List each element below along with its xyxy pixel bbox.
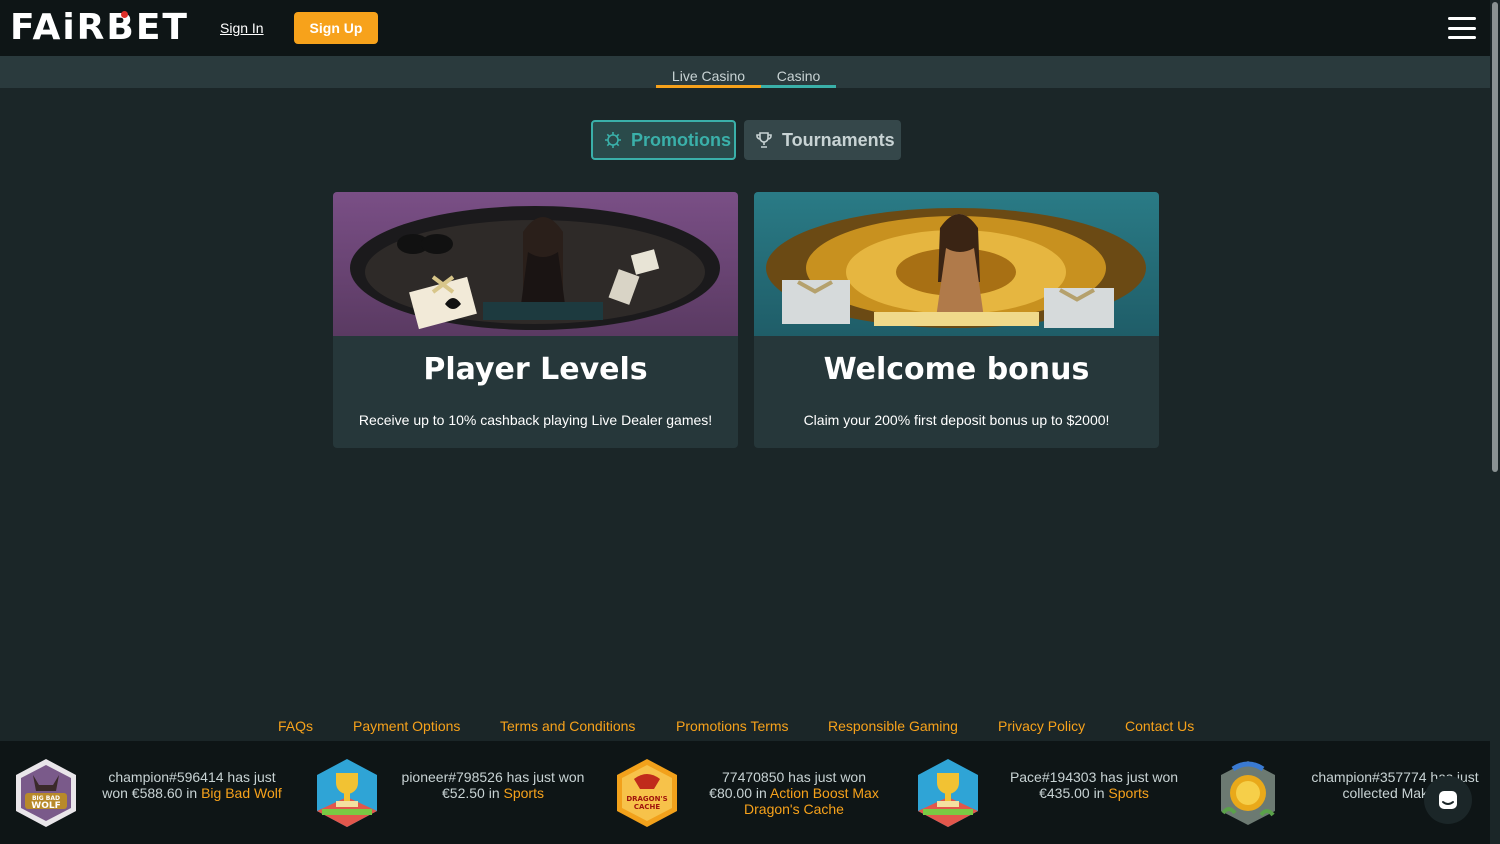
promo-card-welcome-bonus[interactable]: Welcome bonus Claim your 200% first depo… <box>754 192 1159 448</box>
tournaments-label: Tournaments <box>782 129 895 150</box>
big-bad-wolf-icon[interactable]: BIG BAD WOLF <box>13 757 79 829</box>
promotions-label: Promotions <box>631 129 732 150</box>
logo-text: FAiRBET <box>10 7 189 48</box>
sign-up-button[interactable]: Sign Up <box>294 12 378 44</box>
card-title: Welcome bonus <box>823 352 1090 387</box>
card-description: Claim your 200% first deposit bonus up t… <box>803 412 1110 428</box>
ticker-game-link[interactable]: Big Bad Wolf <box>201 785 282 801</box>
ticker-item-text: Pace#194303 has just won €435.00 in Spor… <box>1009 769 1179 801</box>
gold-coin-icon[interactable] <box>1215 757 1281 829</box>
footer-link-promotions-terms[interactable]: Promotions Terms <box>676 718 789 734</box>
welcome-bonus-banner <box>754 192 1159 336</box>
trophy-icon <box>756 132 772 148</box>
chat-icon <box>1439 791 1457 809</box>
menu-icon[interactable] <box>1448 17 1476 39</box>
card-description: Receive up to 10% cashback playing Live … <box>358 412 713 428</box>
sign-in-link[interactable]: Sign In <box>220 20 264 36</box>
footer-links: FAQs Payment Options Terms and Condition… <box>0 718 1490 738</box>
card-title: Player Levels <box>423 352 648 387</box>
footer-link-faqs[interactable]: FAQs <box>278 718 313 734</box>
top-bar: FAiRBET Sign In Sign Up <box>0 0 1500 56</box>
scrollbar-thumb[interactable] <box>1492 2 1498 472</box>
svg-text:CACHE: CACHE <box>634 803 661 811</box>
ticker-item-text: 77470850 has just won €80.00 in Action B… <box>709 769 879 817</box>
footer-link-responsible-gaming[interactable]: Responsible Gaming <box>828 718 958 734</box>
dragons-cache-icon[interactable]: DRAGON'S CACHE <box>614 757 680 829</box>
player-levels-banner <box>333 192 738 336</box>
promotions-filter-button[interactable]: Promotions <box>591 120 736 160</box>
ticker-item-text: pioneer#798526 has just won €52.50 in Sp… <box>401 769 585 801</box>
footer-link-contact-us[interactable]: Contact Us <box>1125 718 1194 734</box>
ticker-game-link[interactable]: Sports <box>1108 785 1148 801</box>
casino-subnav: Live Casino Casino <box>0 56 1490 88</box>
page-scrollbar[interactable] <box>1490 0 1500 844</box>
ticker-game-link[interactable]: Sports <box>504 785 544 801</box>
chat-launcher-button[interactable] <box>1424 776 1472 824</box>
footer-link-privacy-policy[interactable]: Privacy Policy <box>998 718 1085 734</box>
winners-ticker: BIG BAD WOLF champion#596414 has just wo… <box>0 741 1500 844</box>
sports-trophy-icon[interactable] <box>915 757 981 829</box>
footer-link-payment-options[interactable]: Payment Options <box>353 718 460 734</box>
tab-live-casino[interactable]: Live Casino <box>656 68 761 88</box>
tournaments-filter-button[interactable]: Tournaments <box>744 120 901 160</box>
svg-text:WOLF: WOLF <box>31 801 60 811</box>
promo-card-player-levels[interactable]: Player Levels Receive up to 10% cashback… <box>333 192 738 448</box>
tab-casino[interactable]: Casino <box>761 68 836 88</box>
logo-red-dot <box>121 11 128 18</box>
sports-trophy-icon[interactable] <box>314 757 380 829</box>
footer-link-terms[interactable]: Terms and Conditions <box>500 718 635 734</box>
ticker-item-text: champion#596414 has just won €588.60 in … <box>102 769 282 801</box>
gear-badge-icon <box>605 132 621 148</box>
fairbet-logo[interactable]: FAiRBET <box>10 9 189 47</box>
svg-text:DRAGON'S: DRAGON'S <box>626 795 667 803</box>
